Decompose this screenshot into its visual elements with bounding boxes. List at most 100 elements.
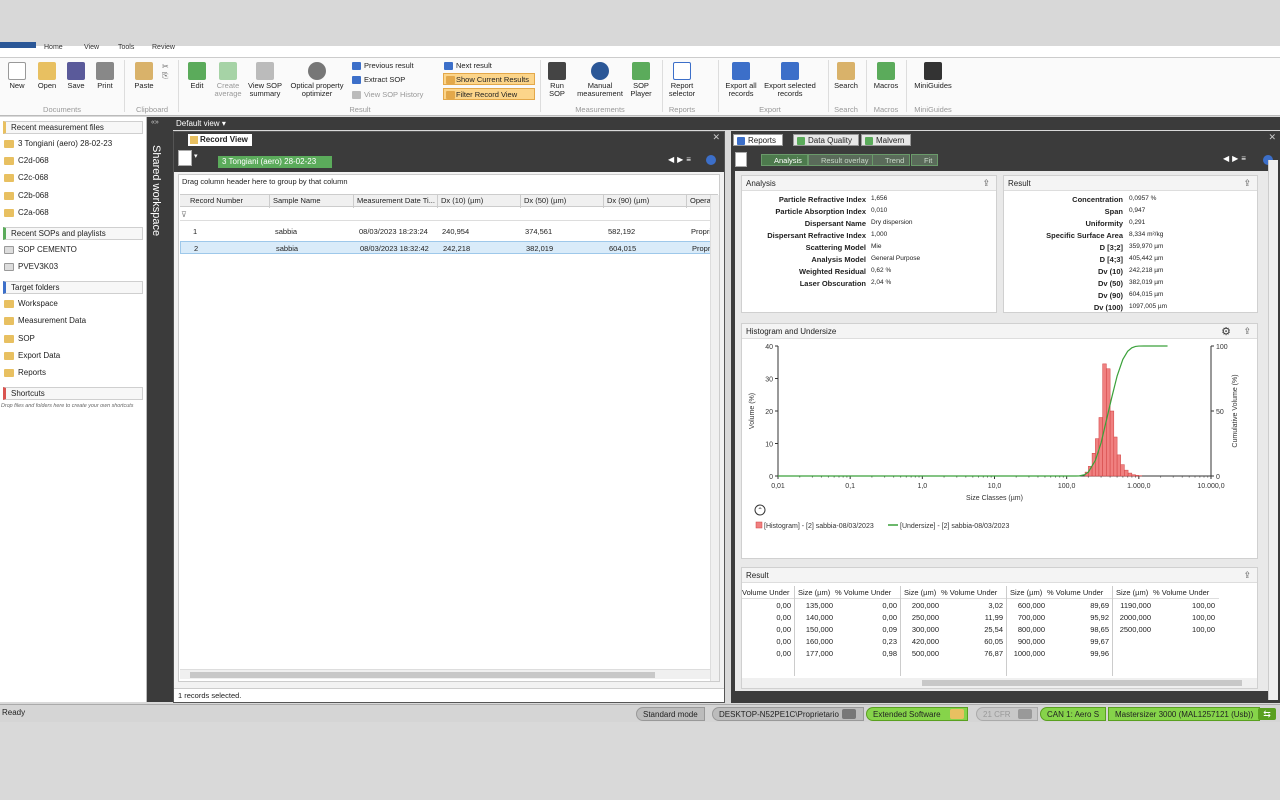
report-doc-icon[interactable] xyxy=(735,152,747,167)
subtab-trend[interactable]: Trend xyxy=(872,154,911,166)
mode-badge[interactable]: Standard mode xyxy=(636,707,705,721)
search-button[interactable]: Search xyxy=(832,62,860,90)
next-result-button[interactable]: Next result xyxy=(444,60,492,72)
run-sop-button[interactable]: Run SOP xyxy=(544,62,570,98)
collapse-arrows-icon[interactable]: «» xyxy=(151,119,159,126)
recent-file-item[interactable]: C2b-068 xyxy=(4,190,49,202)
column-header[interactable]: Record Number xyxy=(180,195,270,208)
subtab-analysis[interactable]: Analysis xyxy=(761,154,808,166)
chevron-down-icon[interactable]: ▾ xyxy=(194,152,198,160)
menu-review[interactable]: Review xyxy=(152,44,175,51)
recent-file-item[interactable]: C2a-068 xyxy=(4,207,49,219)
tab-data-quality[interactable]: Data Quality xyxy=(793,134,860,146)
vertical-scrollbar[interactable] xyxy=(710,195,719,681)
paste-button[interactable]: Paste xyxy=(130,62,158,90)
save-button[interactable]: Save xyxy=(63,62,89,90)
shared-workspace-bar[interactable]: «» Shared workspace xyxy=(147,117,173,702)
report-selector-button[interactable]: Report selector xyxy=(666,62,698,98)
recent-sop-item[interactable]: SOP CEMENTO xyxy=(4,244,77,256)
subtab-fit[interactable]: Fit xyxy=(911,154,939,166)
gear-icon[interactable]: ⚙ xyxy=(1221,325,1231,338)
horizontal-scrollbar[interactable] xyxy=(180,669,710,679)
view-sop-history-button[interactable]: View SOP History xyxy=(352,89,423,101)
menu-tools[interactable]: Tools xyxy=(118,44,134,51)
horizontal-scrollbar[interactable] xyxy=(742,678,1257,688)
cut-copy-icons[interactable]: ✂ ⎘ xyxy=(162,62,172,92)
volume-cell: 100,00 xyxy=(1192,613,1215,622)
scrollbar-thumb[interactable] xyxy=(190,672,655,678)
folder-item-workspace[interactable]: Workspace xyxy=(4,298,58,310)
report-vertical-scrollbar[interactable] xyxy=(1268,160,1278,700)
tab-record-view[interactable]: Record View xyxy=(188,134,252,146)
x-tick-label: 100,0 xyxy=(1058,483,1076,490)
table-row-selected[interactable]: 2 sabbia 08/03/2023 18:32:42 242,218 382… xyxy=(180,241,718,254)
column-header[interactable]: Measurement Date Ti... xyxy=(354,195,438,208)
kv-value: 382,019 µm xyxy=(1129,279,1164,286)
create-average-button[interactable]: Create average xyxy=(212,62,244,98)
recent-sop-item[interactable]: PVEV3K03 xyxy=(4,261,58,273)
help-icon[interactable] xyxy=(706,155,716,165)
file-menu-button[interactable] xyxy=(0,42,36,48)
can-badge[interactable]: CAN 1: Aero S xyxy=(1040,707,1107,721)
extract-sop-button[interactable]: Extract SOP xyxy=(352,74,405,86)
show-current-results-button[interactable]: Show Current Results xyxy=(443,73,535,85)
export-icon[interactable]: ⇪ xyxy=(1243,570,1251,581)
export-icon[interactable]: ⇪ xyxy=(982,178,990,189)
column-header[interactable]: Dx (90) (µm) xyxy=(604,195,687,208)
manual-measurement-button[interactable]: Manual measurement xyxy=(574,62,626,98)
default-view-dropdown[interactable]: Default view ▾ xyxy=(176,118,226,129)
tab-reports[interactable]: Reports xyxy=(733,134,784,146)
separator xyxy=(828,60,829,112)
sop-player-button[interactable]: SOP Player xyxy=(628,62,654,98)
recent-files-header[interactable]: Recent measurement files xyxy=(3,121,143,134)
optical-property-button[interactable]: Optical property optimizer xyxy=(286,62,348,98)
tab-malvern[interactable]: Malvern xyxy=(861,134,912,146)
kv-value: 405,442 µm xyxy=(1129,255,1164,262)
folder-item-measurement-data[interactable]: Measurement Data xyxy=(4,315,86,327)
recent-sops-header[interactable]: Recent SOPs and playlists xyxy=(3,227,143,240)
recent-file-item[interactable]: C2c-068 xyxy=(4,172,48,184)
navigation-arrows-icon[interactable]: ◀▶≡ xyxy=(668,155,694,164)
view-sop-summary-button[interactable]: View SOP summary xyxy=(246,62,284,98)
new-button[interactable]: New xyxy=(4,62,30,90)
recent-file-item[interactable]: C2d-068 xyxy=(4,155,49,167)
subtab-result-overlay[interactable]: Result overlay xyxy=(808,154,875,166)
scrollbar-thumb[interactable] xyxy=(922,680,1242,686)
menu-view[interactable]: View xyxy=(84,44,99,51)
sop-icon xyxy=(4,246,14,254)
sop-player-label: SOP Player xyxy=(630,81,652,98)
export-icon[interactable]: ⇪ xyxy=(1243,326,1251,337)
table-row[interactable]: 1 sabbia 08/03/2023 18:23:24 240,954 374… xyxy=(180,225,718,238)
column-header[interactable]: Dx (10) (µm) xyxy=(438,195,521,208)
folder-item-reports[interactable]: Reports xyxy=(4,367,46,379)
export-all-button[interactable]: Export all records xyxy=(722,62,760,98)
export-icon[interactable]: ⇪ xyxy=(1243,178,1251,189)
filter-record-view-button[interactable]: Filter Record View xyxy=(443,88,535,100)
folder-item-sop[interactable]: SOP xyxy=(4,333,35,345)
print-button[interactable]: Print xyxy=(92,62,118,90)
previous-result-button[interactable]: Previous result xyxy=(352,60,414,72)
close-icon[interactable]: ✕ xyxy=(712,132,720,143)
filter-icon[interactable]: ⊽ xyxy=(181,210,187,219)
recent-file-item[interactable]: 3 Tongiani (aero) 28-02-23 xyxy=(4,138,112,150)
shortcuts-header[interactable]: Shortcuts xyxy=(3,387,143,400)
macros-button[interactable]: Macros xyxy=(870,62,902,90)
column-header[interactable]: Dx (50) (µm) xyxy=(521,195,604,208)
miniguides-button[interactable]: MiniGuides xyxy=(910,62,956,90)
software-label: Extended Software xyxy=(873,710,941,719)
target-folders-header[interactable]: Target folders xyxy=(3,281,143,294)
instrument-badge[interactable]: Mastersizer 3000 (MAL1257121 (Usb)) xyxy=(1108,707,1261,721)
navigation-arrows-icon[interactable]: ◀▶≡ xyxy=(1223,154,1249,163)
folder-item-export-data[interactable]: Export Data xyxy=(4,350,60,362)
export-selected-button[interactable]: Export selected records xyxy=(762,62,818,98)
menu-home[interactable]: Home xyxy=(44,44,63,51)
new-file-icon[interactable] xyxy=(178,150,192,166)
histogram-bar xyxy=(1113,436,1118,477)
edit-button[interactable]: Edit xyxy=(184,62,210,90)
export-icon xyxy=(732,62,750,80)
menu-bar: Home View Tools Review xyxy=(0,42,1280,58)
file-name-badge[interactable]: 3 Tongiani (aero) 28-02-23 xyxy=(218,156,332,168)
column-header[interactable]: Sample Name xyxy=(270,195,354,208)
close-icon[interactable]: ✕ xyxy=(1268,132,1276,143)
open-button[interactable]: Open xyxy=(34,62,60,90)
